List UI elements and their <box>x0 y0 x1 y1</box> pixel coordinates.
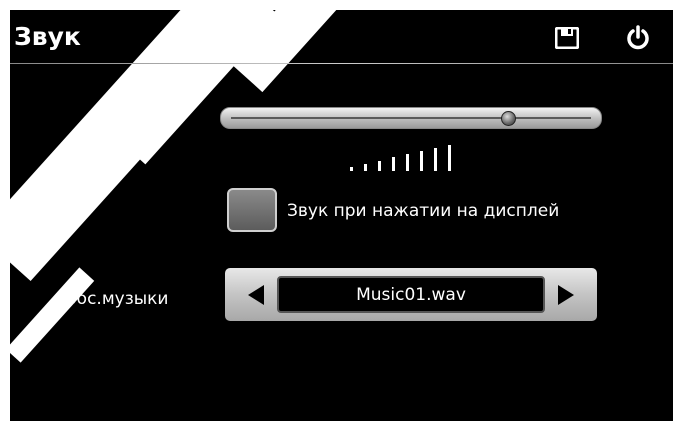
prev-track-button[interactable] <box>239 278 273 312</box>
next-track-button[interactable] <box>549 278 583 312</box>
volume-level-bar <box>364 163 367 171</box>
save-button[interactable] <box>552 24 582 52</box>
volume-level-bar <box>378 160 381 171</box>
save-icon <box>555 27 579 49</box>
volume-level-indicator <box>350 143 460 171</box>
settings-screen: Звук Звук Звук при нажатии на дисплей Во… <box>10 10 673 421</box>
touch-sound-label: Звук при нажатии на дисплей <box>287 201 560 221</box>
page-title: Звук <box>14 22 81 51</box>
volume-level-bar <box>406 154 409 171</box>
slider-knob[interactable] <box>501 111 517 126</box>
volume-level-bar <box>434 147 437 171</box>
volume-slider[interactable] <box>220 107 602 129</box>
music-value-box: Music01.wav <box>277 276 545 313</box>
power-icon <box>627 25 649 50</box>
touch-sound-checkbox[interactable] <box>227 188 277 232</box>
volume-label: Звук <box>102 116 144 136</box>
header-divider <box>10 63 673 64</box>
music-label: Вос.музыки <box>65 289 169 309</box>
volume-level-bar <box>350 167 353 171</box>
music-selector: Music01.wav <box>225 268 597 321</box>
volume-level-bar <box>392 157 395 171</box>
volume-level-bar <box>420 151 423 171</box>
header-bar: Звук <box>10 10 673 64</box>
power-button[interactable] <box>623 24 653 52</box>
arrow-right-icon <box>558 285 574 305</box>
music-value: Music01.wav <box>356 284 466 305</box>
volume-level-bar <box>448 144 451 171</box>
arrow-left-icon <box>248 285 264 305</box>
watermark-stroke <box>10 267 95 363</box>
slider-track <box>231 117 591 119</box>
